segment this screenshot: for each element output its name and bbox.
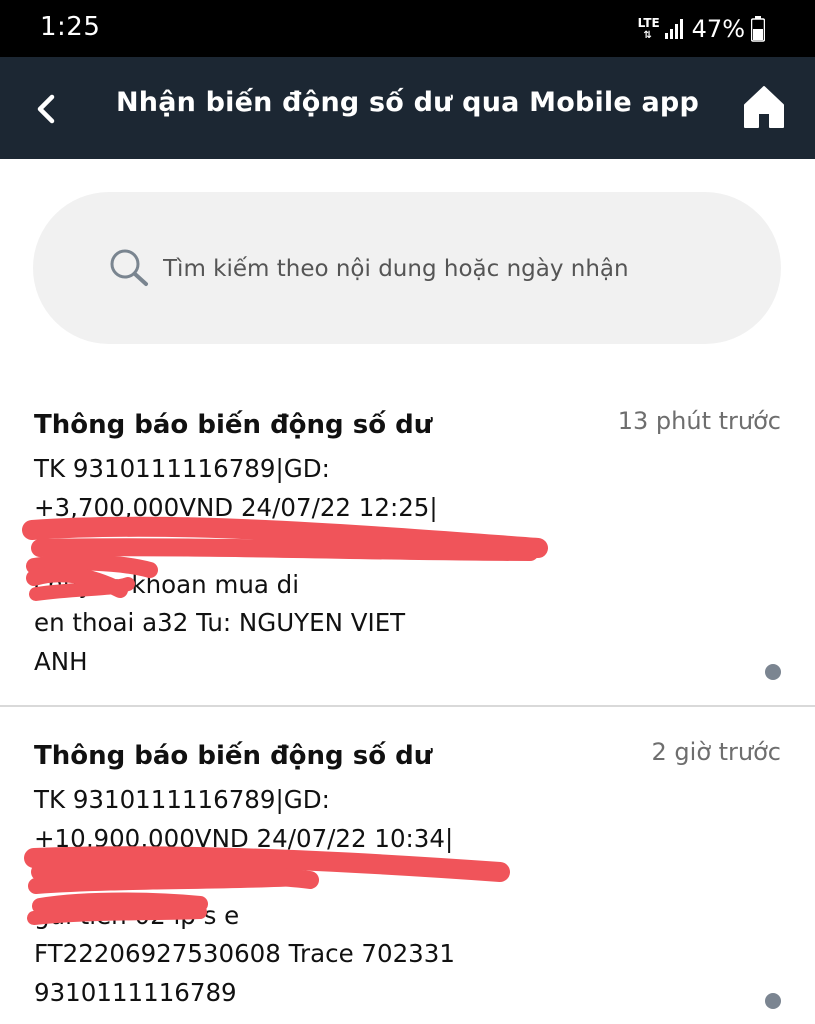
notification-time: 13 phút trước	[617, 407, 781, 435]
home-button[interactable]	[743, 85, 785, 129]
lte-icon: LTE ⇅	[637, 15, 660, 41]
battery-icon	[751, 16, 765, 42]
notification-body: TK 9310111116789|GD: +10,900,000VND 24/0…	[34, 785, 455, 1007]
page-title: Nhận biến động số dư qua Mobile app	[116, 87, 699, 118]
battery-percent: 47%	[691, 15, 745, 43]
home-icon	[744, 86, 784, 128]
app-header: Nhận biến động số dư qua Mobile app	[0, 57, 815, 159]
notification-title: Thông báo biến động số dư	[34, 741, 433, 771]
unread-dot	[765, 993, 781, 1009]
status-bar: 1:25 LTE ⇅ 47%	[0, 0, 815, 57]
list-divider	[0, 705, 815, 707]
status-icons: LTE ⇅ 47%	[638, 12, 765, 46]
status-time: 1:25	[40, 12, 101, 42]
search-icon	[110, 249, 148, 286]
notification-body: TK 9310111116789|GD: +3,700,000VND 24/07…	[34, 454, 438, 676]
unread-dot	[765, 664, 781, 680]
notification-title: Thông báo biến động số dư	[34, 410, 433, 440]
signal-icon	[664, 19, 683, 39]
network-label: LTE	[637, 15, 660, 30]
search-input[interactable]	[161, 244, 745, 294]
search-bar[interactable]	[33, 192, 781, 344]
notification-time: 2 giờ trước	[651, 738, 781, 766]
